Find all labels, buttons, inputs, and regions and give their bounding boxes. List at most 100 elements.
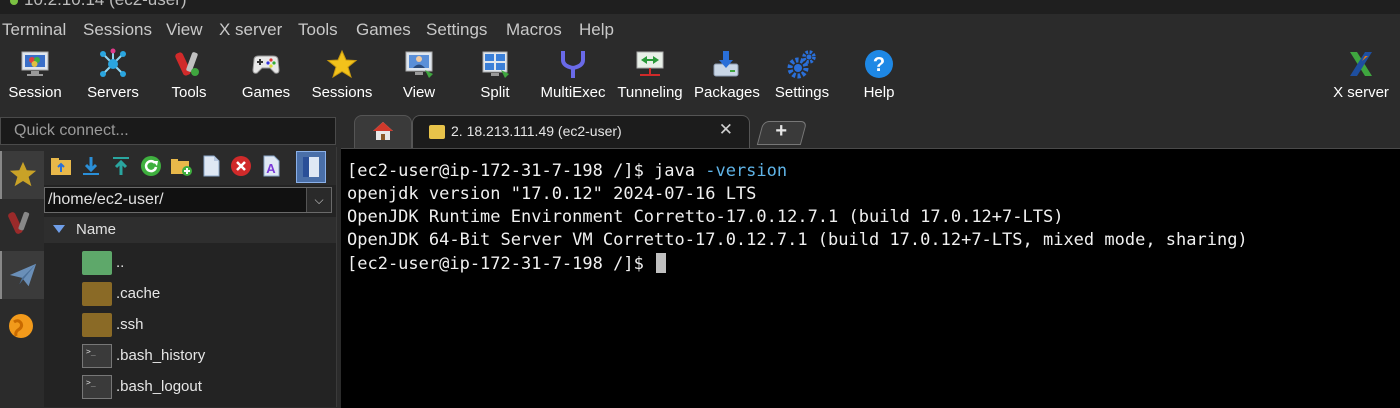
tunneling-button[interactable]: Tunneling <box>614 46 686 108</box>
multiexec-label: MultiExec <box>540 84 606 101</box>
gamepad-icon <box>252 55 280 74</box>
chevron-down-icon[interactable]: ⌵ <box>306 188 331 212</box>
help-label: Help <box>863 84 895 101</box>
app-icon <box>10 0 18 5</box>
parent-folder-icon[interactable] <box>50 155 72 177</box>
sessions-button[interactable]: Sessions <box>308 46 376 108</box>
file-row-cache[interactable]: .cache <box>44 279 336 309</box>
folder-icon <box>82 313 112 337</box>
session-button[interactable]: Session <box>4 46 66 108</box>
follow-terminal-toggle[interactable] <box>296 151 326 183</box>
download-icon[interactable] <box>80 155 102 177</box>
tools-label: Tools <box>171 84 207 101</box>
tab-close-icon[interactable]: ✕ <box>719 120 733 140</box>
shell-prompt: [ec2-user@ip-172-31-7-198 /]$ <box>347 161 655 181</box>
session-label: Session <box>8 84 62 101</box>
xserver-label: X server <box>1333 84 1389 101</box>
side-strip <box>0 147 46 407</box>
sort-arrow-icon <box>53 225 65 233</box>
upload-icon[interactable] <box>110 155 132 177</box>
terminal-line-2: openjdk version "17.0.12" 2024-07-16 LTS <box>347 184 757 204</box>
xserver-button[interactable]: X server <box>1326 46 1396 108</box>
file-row-bash-history[interactable]: .bash_history <box>44 341 336 371</box>
globe-icon <box>9 314 33 338</box>
split-label: Split <box>480 84 510 101</box>
follow-terminal-icon <box>303 157 319 177</box>
new-file-icon[interactable] <box>200 155 222 177</box>
settings-button[interactable]: Settings <box>770 46 834 108</box>
menu-bar: Terminal Sessions View X server Tools Ga… <box>0 14 1400 46</box>
file-row-bash-logout[interactable]: .bash_logout <box>44 372 336 402</box>
menu-terminal[interactable]: Terminal <box>2 20 66 40</box>
servers-icon <box>100 48 126 77</box>
packages-icon <box>713 51 739 77</box>
terminal-line-5: [ec2-user@ip-172-31-7-198 /]$ <box>347 253 667 274</box>
toolbar: Session Servers Tools Games Sessions Vie… <box>0 46 1400 112</box>
menu-tools[interactable]: Tools <box>298 20 338 40</box>
delete-icon[interactable] <box>230 155 252 177</box>
help-button[interactable]: ? Help <box>850 46 908 108</box>
packages-label: Packages <box>694 84 760 101</box>
tab-session-2[interactable]: 2. 18.213.111.49 (ec2-user) ✕ <box>412 115 750 149</box>
terminal-cursor <box>656 253 667 273</box>
sessions-sidebar-button[interactable] <box>0 151 46 199</box>
sftp-sidebar-button[interactable] <box>0 251 46 299</box>
file-name: .. <box>116 254 125 271</box>
menu-help[interactable]: Help <box>579 20 614 40</box>
terminal-line-4: OpenJDK 64-Bit Server VM Corretto-17.0.1… <box>347 230 1248 250</box>
multiexec-button[interactable]: MultiExec <box>538 46 608 108</box>
parent-directory-icon <box>82 251 112 275</box>
title-bar: 10.2.10.14 (ec2-user) <box>0 0 1400 14</box>
name-column-header[interactable]: Name <box>44 217 336 243</box>
split-button[interactable]: Split <box>466 46 524 108</box>
servers-button[interactable]: Servers <box>82 46 144 108</box>
remote-path-value: /home/ec2-user/ <box>48 191 164 208</box>
plus-icon: + <box>775 120 788 142</box>
svg-text:?: ? <box>873 54 885 76</box>
tools-sidebar-button[interactable] <box>0 201 44 249</box>
menu-x-server[interactable]: X server <box>219 20 282 40</box>
quick-connect-input[interactable]: Quick connect... <box>0 117 336 145</box>
sftp-toolbar: A <box>44 147 336 185</box>
svg-text:A: A <box>266 161 276 176</box>
games-button[interactable]: Games <box>235 46 297 108</box>
menu-macros[interactable]: Macros <box>506 20 562 40</box>
tools-button[interactable]: Tools <box>158 46 220 108</box>
packages-button[interactable]: Packages <box>694 46 760 108</box>
new-folder-icon[interactable] <box>170 155 192 177</box>
session-tab-icon <box>429 125 445 139</box>
macros-sidebar-button[interactable] <box>0 303 44 351</box>
shell-file-icon <box>82 375 112 399</box>
new-tab-button[interactable]: + <box>756 120 808 145</box>
rename-icon[interactable]: A <box>260 155 282 177</box>
menu-games[interactable]: Games <box>356 20 411 40</box>
games-label: Games <box>241 84 291 101</box>
menu-settings[interactable]: Settings <box>426 20 487 40</box>
file-row-parent[interactable]: .. <box>44 248 336 278</box>
sftp-panel: A /home/ec2-user/ ⌵ Name .. .cache .ssh … <box>44 147 337 407</box>
view-label: View <box>402 84 436 101</box>
settings-label: Settings <box>774 84 830 101</box>
command-text: java <box>654 161 706 181</box>
refresh-icon[interactable] <box>140 155 162 177</box>
tab-home[interactable] <box>354 115 412 149</box>
tools-icon <box>8 211 30 234</box>
sessions-label: Sessions <box>311 84 373 101</box>
window-title: 10.2.10.14 (ec2-user) <box>10 0 187 10</box>
home-icon <box>373 122 393 140</box>
window-title-text: 10.2.10.14 (ec2-user) <box>24 0 187 9</box>
multiexec-icon <box>561 51 585 78</box>
session-icon <box>21 51 49 76</box>
menu-sessions[interactable]: Sessions <box>83 20 152 40</box>
view-button[interactable]: View <box>390 46 448 108</box>
tunneling-icon <box>636 51 664 76</box>
remote-path-field[interactable]: /home/ec2-user/ ⌵ <box>44 187 332 213</box>
send-icon <box>9 263 37 287</box>
terminal-pane[interactable]: [ec2-user@ip-172-31-7-198 /]$ java -vers… <box>341 148 1400 408</box>
help-icon: ? <box>865 50 893 78</box>
file-name: .ssh <box>116 316 144 333</box>
file-row-ssh[interactable]: .ssh <box>44 310 336 340</box>
name-column-label: Name <box>76 221 117 238</box>
servers-label: Servers <box>87 84 139 101</box>
menu-view[interactable]: View <box>166 20 203 40</box>
